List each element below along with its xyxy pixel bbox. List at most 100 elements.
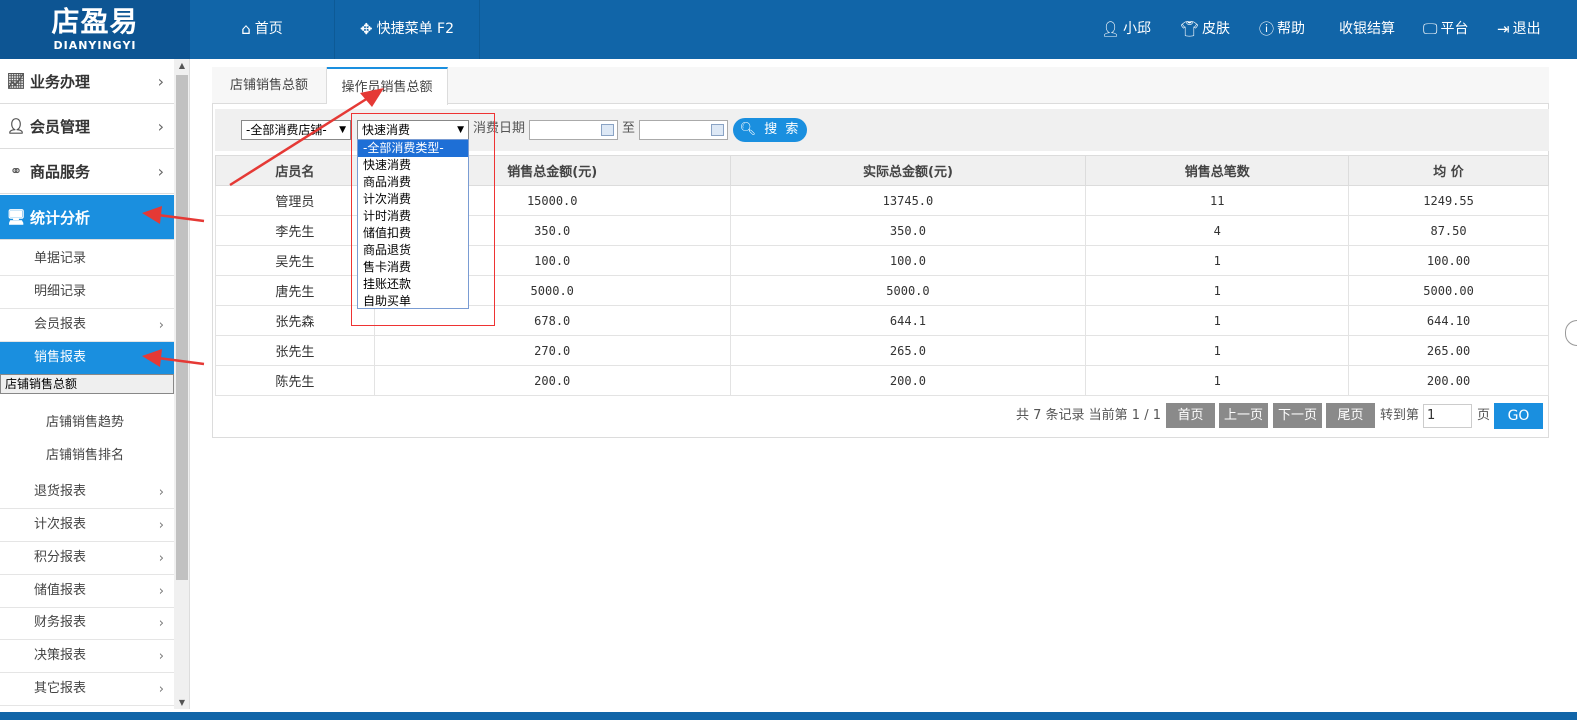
sub-finance-report-label: 财务报表 <box>34 615 87 630</box>
chart-icon: 📈︎ <box>6 72 26 90</box>
cell-avg-price: 1249.55 <box>1348 185 1549 216</box>
user-icon: 👤︎ <box>1101 20 1121 38</box>
chevron-right-icon: › <box>158 551 164 566</box>
menu-members[interactable]: 👤︎ 会员管理 › <box>0 104 174 149</box>
tab-store-sales-total[interactable]: 店铺销售总额 <box>212 67 327 104</box>
sub-other-report[interactable]: 其它报表 › <box>0 673 174 706</box>
first-page-button[interactable]: 首页 <box>1166 403 1215 428</box>
menu-statistics[interactable]: 🖥︎ 统计分析 <box>0 195 174 240</box>
cell-count: 4 <box>1085 215 1350 246</box>
table-row[interactable]: 陈先生 200.0 200.0 1 200.00 <box>215 365 1549 396</box>
monitor-icon: 🖥︎ <box>6 208 26 226</box>
nav-home[interactable]: ⌂ 首页 <box>190 0 335 59</box>
col-header-avg-price[interactable]: 均 价 <box>1348 155 1549 186</box>
chevron-right-icon: › <box>158 616 164 631</box>
cell-avg-price: 200.00 <box>1348 365 1549 396</box>
sub-records[interactable]: 单据记录 <box>0 243 174 276</box>
menu-statistics-label: 统计分析 <box>30 208 91 227</box>
store-select-value: -全部消费店铺- <box>246 123 327 137</box>
sub-return-report-label: 退货报表 <box>34 484 87 499</box>
help-icon: ⓘ <box>1259 20 1275 38</box>
nav-checkout[interactable]: 收银结算 <box>1339 0 1395 59</box>
col-header-actual-total[interactable]: 实际总金额(元) <box>729 155 1087 186</box>
annotation-highlight-box <box>351 113 495 326</box>
last-page-button[interactable]: 尾页 <box>1326 403 1375 428</box>
nav-help[interactable]: ⓘ 帮助 <box>1259 0 1305 59</box>
nav-logout[interactable]: ⇥ 退出 <box>1497 0 1541 59</box>
sub-deposit-report[interactable]: 储值报表 › <box>0 575 174 608</box>
cell-avg-price: 5000.00 <box>1348 275 1549 306</box>
scroll-up-icon[interactable]: ▲ <box>177 61 187 70</box>
go-button[interactable]: GO <box>1494 403 1543 429</box>
cell-actual-total: 644.1 <box>729 305 1087 336</box>
sub-store-sales-total-label: 店铺销售总额 <box>5 377 78 391</box>
app-logo[interactable]: 店盈易 DIANYINGYI <box>0 0 190 59</box>
search-icon: 🔍︎ <box>739 122 759 137</box>
cell-actual-total: 200.0 <box>729 365 1087 396</box>
sub-points-report[interactable]: 积分报表 › <box>0 542 174 575</box>
sub-points-report-label: 积分报表 <box>34 550 87 565</box>
sub-store-sales-rank-label: 店铺销售排名 <box>46 448 125 463</box>
sub-sales-report[interactable]: 销售报表 <box>0 342 174 375</box>
calendar-icon[interactable] <box>601 124 614 136</box>
nav-user[interactable]: 👤︎ 小邱 <box>1101 0 1151 59</box>
dropdown-arrow-icon: ▼ <box>339 125 346 135</box>
scroll-thumb[interactable] <box>176 75 188 580</box>
page-number-input[interactable]: 1 <box>1423 404 1472 428</box>
page-unit-label: 页 <box>1477 408 1491 423</box>
sub-store-sales-total[interactable]: 店铺销售总额 <box>0 374 174 394</box>
chevron-right-icon: › <box>157 116 164 136</box>
sub-store-sales-rank[interactable]: 店铺销售排名 <box>0 440 174 473</box>
sub-return-report[interactable]: 退货报表 › <box>0 476 174 509</box>
sub-decision-report-label: 决策报表 <box>34 648 87 663</box>
nav-help-label: 帮助 <box>1277 21 1306 37</box>
cell-actual-total: 350.0 <box>729 215 1087 246</box>
store-select[interactable]: -全部消费店铺- ▼ <box>241 120 351 140</box>
logo-sub-text: DIANYINGYI <box>53 39 137 52</box>
nav-platform-label: 平台 <box>1440 21 1469 37</box>
cell-count: 1 <box>1085 305 1350 336</box>
report-tabs: 店铺销售总额 操作员销售总额 <box>212 67 1549 105</box>
cell-count: 1 <box>1085 245 1350 276</box>
sub-details[interactable]: 明细记录 <box>0 276 174 309</box>
nav-logout-label: 退出 <box>1512 21 1541 37</box>
sub-count-report[interactable]: 计次报表 › <box>0 509 174 542</box>
menu-business[interactable]: 📈︎ 业务办理 › <box>0 59 174 104</box>
sub-finance-report[interactable]: 财务报表 › <box>0 607 174 640</box>
sub-member-report[interactable]: 会员报表 › <box>0 309 174 342</box>
scroll-down-icon[interactable]: ▼ <box>177 698 187 707</box>
col-header-count[interactable]: 销售总笔数 <box>1085 155 1350 186</box>
nav-skin[interactable]: 👕︎ 皮肤 <box>1180 0 1230 59</box>
nav-platform[interactable]: 🖵︎ 平台 <box>1423 0 1468 59</box>
cell-avg-price: 265.00 <box>1348 335 1549 366</box>
sub-member-report-label: 会员报表 <box>34 317 87 332</box>
cell-staff: 陈先生 <box>215 365 375 396</box>
cell-count: 1 <box>1085 275 1350 306</box>
table-row[interactable]: 张先生 270.0 265.0 1 265.00 <box>215 335 1549 366</box>
move-icon: ✥ <box>360 20 373 38</box>
sub-store-sales-trend[interactable]: 店铺销售趋势 <box>0 407 174 440</box>
cell-count: 1 <box>1085 335 1350 366</box>
nav-skin-label: 皮肤 <box>1202 21 1231 37</box>
start-date-input[interactable] <box>529 120 618 140</box>
sub-count-report-label: 计次报表 <box>34 517 87 532</box>
sidebar-scrollbar[interactable]: ▲ ▼ <box>174 59 190 709</box>
search-button[interactable]: 🔍︎ 搜 索 <box>733 118 807 142</box>
chevron-right-icon: › <box>158 518 164 533</box>
sub-decision-report[interactable]: 决策报表 › <box>0 640 174 673</box>
next-page-button[interactable]: 下一页 <box>1273 403 1322 428</box>
bottom-bar <box>0 712 1577 720</box>
logout-icon: ⇥ <box>1497 20 1510 38</box>
cell-actual-total: 100.0 <box>729 245 1087 276</box>
chevron-right-icon: › <box>157 71 164 91</box>
side-collapse-handle[interactable] <box>1565 320 1577 346</box>
logo-main-text: 店盈易 <box>51 5 139 38</box>
nav-quick-menu[interactable]: ✥ 快捷菜单 F2 <box>335 0 480 59</box>
calendar-icon[interactable] <box>711 124 724 136</box>
cell-sales-total: 270.0 <box>373 335 731 366</box>
tab-operator-sales-total[interactable]: 操作员销售总额 <box>327 67 448 105</box>
menu-products[interactable]: ⚭ 商品服务 › <box>0 149 174 194</box>
sub-store-sales-trend-label: 店铺销售趋势 <box>46 415 125 430</box>
end-date-input[interactable] <box>639 120 728 140</box>
prev-page-button[interactable]: 上一页 <box>1219 403 1268 428</box>
